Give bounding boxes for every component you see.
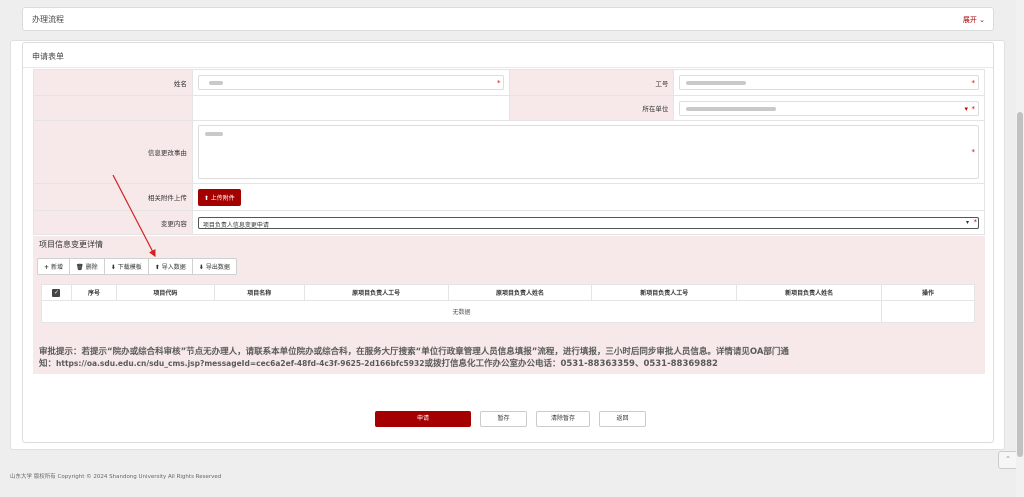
flow-panel: 办理流程 展开 ⌄: [22, 7, 994, 31]
submit-button[interactable]: 申请: [375, 411, 471, 427]
page: 办理流程 展开 ⌄ 申请表单 姓名 * 工号 * 所在单位 ▾ * 信息更改事由 …: [0, 0, 1024, 497]
column-header: 项目代码: [115, 284, 215, 301]
blurred-value: [208, 81, 223, 85]
column-header: 项目名称: [213, 284, 305, 301]
checkbox-icon[interactable]: ✓: [52, 288, 61, 297]
upload-icon: ⬆: [203, 194, 209, 202]
blurred-value: [686, 106, 777, 111]
download-icon: ⬇: [110, 264, 116, 271]
empty-label: [33, 95, 193, 121]
footer-copyright: 山东大学 版权所有 Copyright © 2024 Shandong Univ…: [10, 474, 222, 480]
detail-table: ✓ 序号 项目代码 项目名称 原项目负责人工号 原项目负责人姓名 新项目负责人工…: [40, 284, 975, 323]
required-mark: *: [973, 217, 978, 226]
unit-select[interactable]: ▾ *: [679, 100, 979, 116]
work-id-input[interactable]: *: [679, 75, 979, 90]
blurred-value: [204, 132, 223, 136]
required-mark: *: [971, 148, 976, 156]
download-template-button[interactable]: ⬇ 下载模板: [105, 259, 149, 274]
delete-button[interactable]: 🗑 删除: [70, 259, 105, 274]
column-header: 新项目负责人工号: [591, 284, 738, 301]
notice-line-1: 审批提示：若提示“院办或综合科审核”节点无办理人，请联系本单位院办或综合科，在服…: [39, 347, 789, 357]
form-actions: 申请 暂存 清除暂存 返回: [375, 411, 646, 427]
divider: [23, 67, 993, 68]
unit-label: 所在单位: [509, 95, 675, 121]
scroll-to-top-button[interactable]: ⌃: [998, 451, 1018, 469]
upload-attachment-button[interactable]: ⬆ 上传附件: [197, 188, 241, 206]
required-mark: *: [971, 79, 976, 87]
column-header: 原项目负责人姓名: [447, 284, 593, 301]
reason-textarea[interactable]: *: [197, 125, 979, 179]
upload-icon: ⬆: [154, 264, 160, 271]
action-cell: [881, 300, 975, 323]
approval-notice: 审批提示：若提示“院办或综合科审核”节点无办理人，请联系本单位院办或综合科，在服…: [33, 343, 985, 374]
notice-line-2: 知：https://oa.sdu.edu.cn/sdu_cms.jsp?mess…: [39, 359, 718, 369]
blurred-value: [686, 81, 747, 85]
add-button[interactable]: + 新增: [38, 259, 71, 274]
plus-icon: +: [44, 264, 50, 271]
attachment-label: 相关附件上传: [33, 183, 193, 211]
oa-link[interactable]: https://oa.sdu.edu.cn/sdu_cms.jsp?messag…: [56, 359, 424, 368]
column-header: 操作: [881, 284, 975, 301]
change-content-select[interactable]: 项目负责人信息变更申请 ▾ *: [197, 216, 979, 229]
required-mark: *: [971, 104, 976, 113]
chevron-down-icon: ⌄: [979, 16, 985, 24]
column-header: 原项目负责人工号: [303, 284, 449, 301]
empty-cell: [191, 95, 511, 121]
detail-section-title: 项目信息变更详情: [39, 240, 103, 249]
column-header: 新项目负责人姓名: [736, 284, 883, 301]
export-data-button[interactable]: ⬇ 导出数据: [193, 259, 236, 274]
reason-label: 信息更改事由: [33, 120, 193, 184]
chevron-up-icon: ⌃: [1004, 455, 1012, 464]
page-scrollbar[interactable]: [1016, 0, 1024, 497]
change-label: 变更内容: [33, 210, 193, 235]
flow-panel-title: 办理流程: [32, 15, 64, 24]
save-draft-button[interactable]: 暂存: [480, 411, 527, 427]
name-input[interactable]: *: [197, 75, 505, 90]
scrollbar-thumb[interactable]: [1017, 112, 1023, 457]
chevron-down-icon: ▾: [964, 104, 968, 113]
select-all-cell[interactable]: ✓: [41, 284, 72, 301]
clear-draft-button[interactable]: 清除暂存: [536, 411, 590, 427]
chevron-down-icon: ▾: [965, 218, 969, 226]
import-data-button[interactable]: ⬆ 导入数据: [149, 259, 193, 274]
trash-icon: 🗑: [76, 264, 84, 271]
empty-data-cell: 无数据: [40, 300, 883, 323]
work-id-label: 工号: [509, 69, 675, 96]
form-panel: 申请表单 姓名 * 工号 * 所在单位 ▾* 信息更改事由 * 相关附件上传: [22, 42, 994, 443]
expand-toggle[interactable]: 展开 ⌄: [963, 15, 985, 25]
application-form: 姓名 * 工号 * 所在单位 ▾ * 信息更改事由 * 相关附件上传 ⬆ 上传附件…: [33, 69, 986, 235]
name-label: 姓名: [33, 69, 193, 96]
back-button[interactable]: 返回: [599, 411, 646, 427]
detail-toolbar: + 新增 🗑 删除 ⬇ 下载模板 ⬆ 导入数据 ⬇ 导出数据: [37, 258, 237, 275]
form-panel-title: 申请表单: [32, 52, 64, 61]
required-mark: *: [496, 79, 501, 87]
column-header: 序号: [70, 284, 117, 301]
download-icon: ⬇: [198, 264, 204, 271]
